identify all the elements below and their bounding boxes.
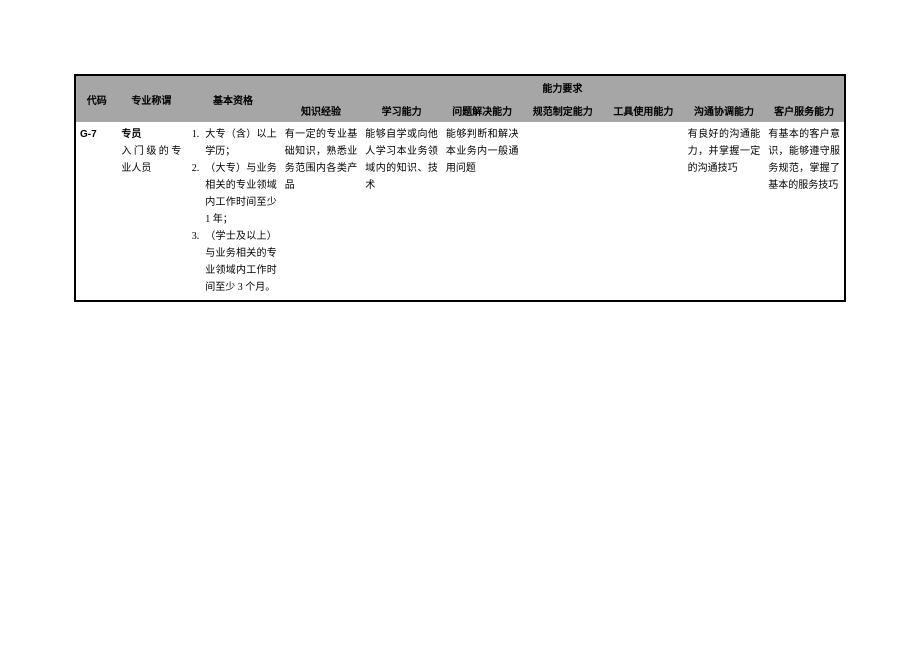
cell-learning: 能够自学或向他人学习本业务领域内的知识、技术 xyxy=(361,122,442,301)
header-learning: 学习能力 xyxy=(361,99,442,122)
header-norm: 规范制定能力 xyxy=(522,99,603,122)
qual-number: 2. xyxy=(189,160,205,228)
table-row: G-7 专员 入门级的专业人员 1. 大专（含）以上学历； 2. （大专）与业务… xyxy=(75,122,845,301)
header-ability-group: 能力要求 xyxy=(281,75,845,99)
header-code: 代码 xyxy=(75,75,117,122)
table-container: 代码 专业称谓 基本资格 能力要求 知识经验 学习能力 问题解决能力 规范制定能… xyxy=(0,0,920,302)
capability-table: 代码 专业称谓 基本资格 能力要求 知识经验 学习能力 问题解决能力 规范制定能… xyxy=(74,74,846,302)
cell-customer: 有基本的客户意识，能够遵守服务规范，掌握了基本的服务技巧 xyxy=(764,122,845,301)
header-communication: 沟通协调能力 xyxy=(684,99,765,122)
cell-tool xyxy=(603,122,684,301)
cell-norm xyxy=(522,122,603,301)
header-problem: 问题解决能力 xyxy=(442,99,523,122)
qual-text: 大专（含）以上学历； xyxy=(205,126,276,160)
header-tool: 工具使用能力 xyxy=(603,99,684,122)
header-customer: 客户服务能力 xyxy=(764,99,845,122)
header-title: 专业称谓 xyxy=(117,75,185,122)
title-sub: 入门级的专业人员 xyxy=(121,146,181,174)
cell-qualification: 1. 大专（含）以上学历； 2. （大专）与业务相关的专业领域内工作时间至少 1… xyxy=(185,122,280,301)
cell-title: 专员 入门级的专业人员 xyxy=(117,122,185,301)
cell-knowledge: 有一定的专业基础知识，熟悉业务范围内各类产品 xyxy=(281,122,362,301)
qual-number: 3. xyxy=(189,228,205,296)
header-knowledge: 知识经验 xyxy=(281,99,362,122)
qual-text: （学士及以上）与业务相关的专业领域内工作时间至少 3 个月。 xyxy=(205,228,276,296)
cell-communication: 有良好的沟通能力，并掌握一定的沟通技巧 xyxy=(684,122,765,301)
cell-code: G-7 xyxy=(75,122,117,301)
cell-problem: 能够判断和解决本业务内一般通用问题 xyxy=(442,122,523,301)
title-main: 专员 xyxy=(121,126,181,143)
header-qualification: 基本资格 xyxy=(185,75,280,122)
qual-text: （大专）与业务相关的专业领域内工作时间至少 1 年； xyxy=(205,160,276,228)
qual-number: 1. xyxy=(189,126,205,160)
